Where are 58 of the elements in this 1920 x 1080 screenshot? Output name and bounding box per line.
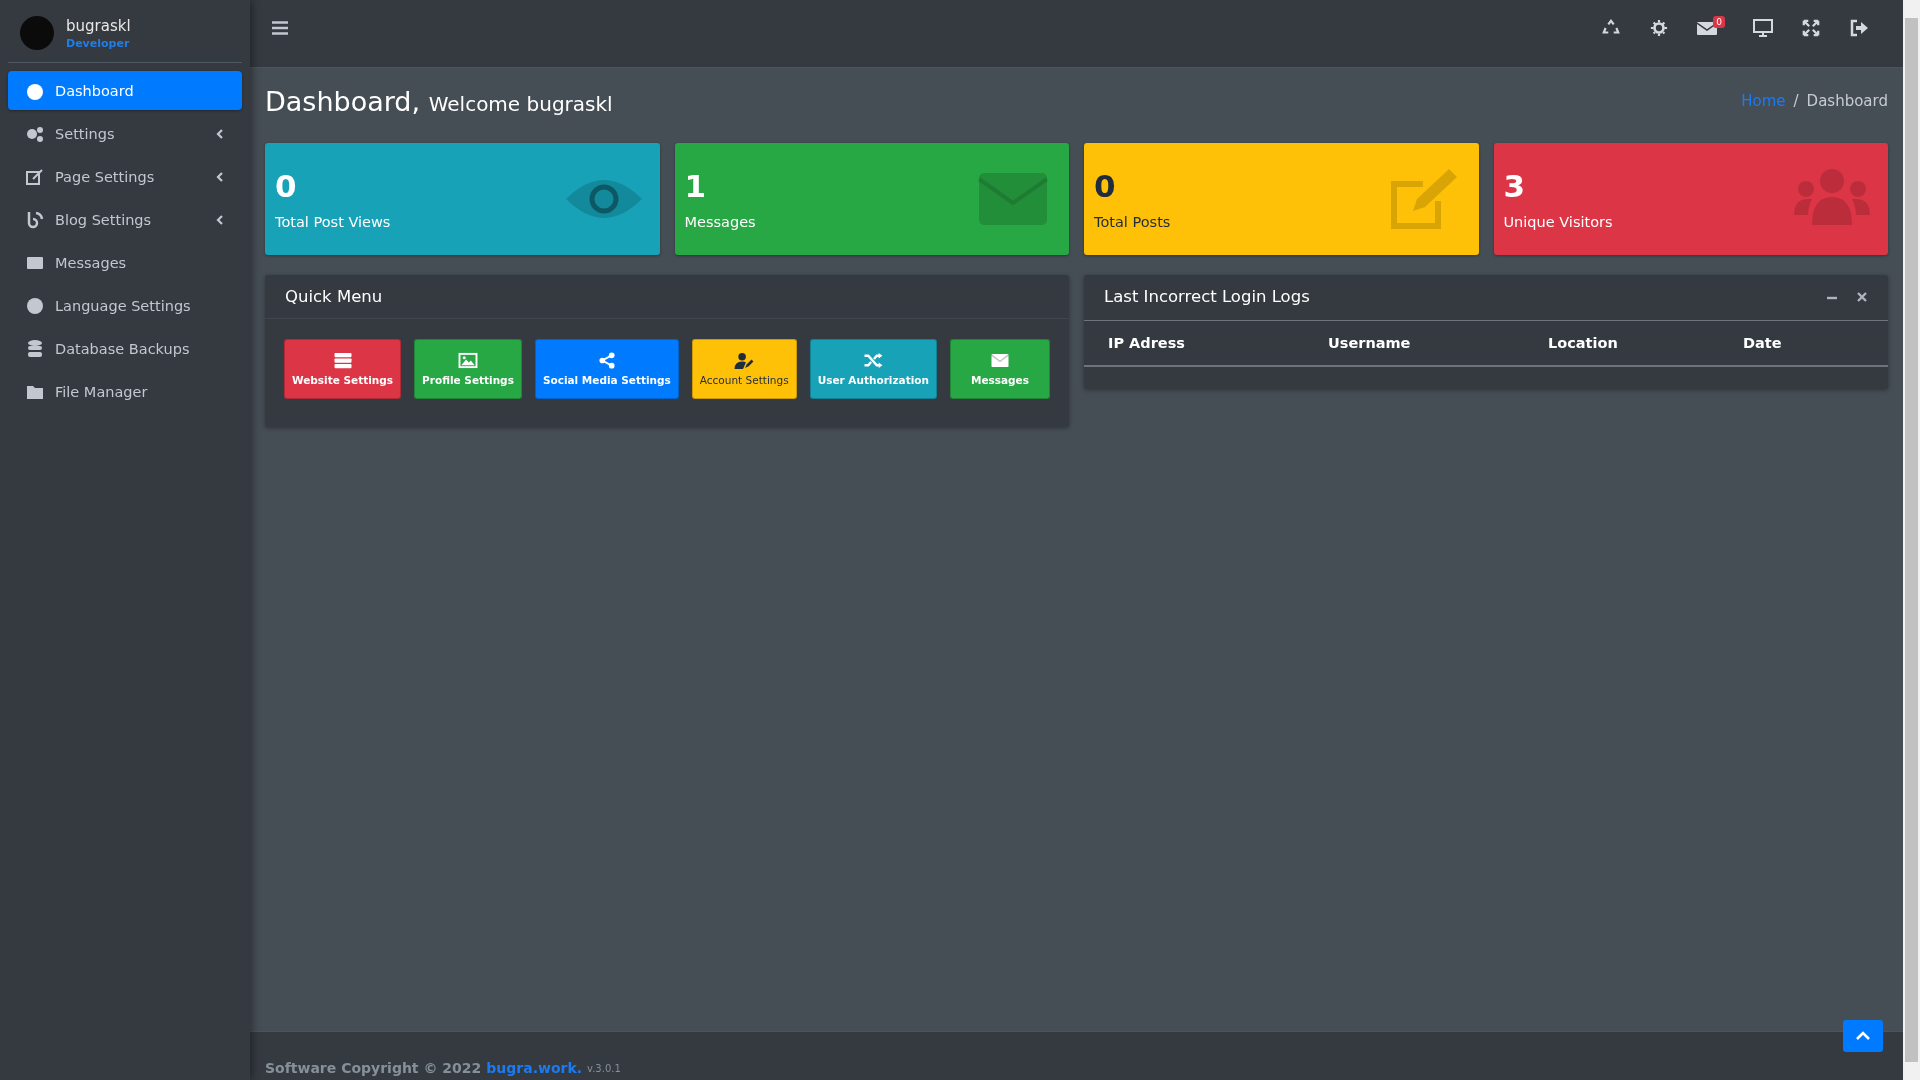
- chevron-up-icon: [1856, 1031, 1870, 1041]
- stat-label: Total Post Views: [275, 214, 392, 230]
- page-title: Dashboard,: [265, 85, 421, 117]
- sidebar-item[interactable]: Page Settings: [8, 157, 242, 196]
- chevron-icon: [215, 214, 225, 225]
- stat-value: 0: [275, 168, 298, 204]
- chevron-icon: [215, 128, 225, 139]
- quick-menu-button[interactable]: Social Media Settings: [534, 339, 679, 399]
- quick-menu-icon: [989, 352, 1010, 369]
- stat-label: Messages: [684, 214, 757, 230]
- scroll-to-top-button[interactable]: [1843, 1020, 1883, 1052]
- welcome-text: Welcome bugraskl: [428, 91, 613, 116]
- avatar: [20, 16, 54, 50]
- sidebar-item[interactable]: Blog Settings: [8, 200, 242, 239]
- column-header: IP Adress: [1108, 335, 1186, 351]
- card-title: Quick Menu: [285, 287, 383, 306]
- quick-menu-icon: [734, 352, 755, 369]
- column-header: Username: [1328, 335, 1412, 351]
- stat-value: 3: [1503, 168, 1527, 204]
- stat-value: 1: [684, 168, 708, 204]
- close-icon[interactable]: [1856, 290, 1868, 303]
- quick-menu-button[interactable]: Account Settings: [691, 339, 797, 399]
- menu-item-icon: [25, 295, 45, 316]
- version-text: v.3.0.1: [587, 1063, 621, 1074]
- sidebar-item[interactable]: Language Settings: [8, 286, 242, 325]
- card-title: Last Incorrect Login Logs: [1104, 287, 1310, 306]
- breadcrumb-separator: /: [1793, 92, 1799, 110]
- quick-menu-icon: [863, 352, 884, 369]
- menu-item-icon: [25, 338, 45, 359]
- menu-item-icon: [25, 166, 45, 187]
- copyright-text: Software Copyright © 2022: [265, 1060, 482, 1076]
- column-header: Date: [1743, 335, 1783, 351]
- quick-menu-icon: [596, 352, 617, 369]
- fullscreen-icon[interactable]: [1801, 18, 1821, 37]
- recycle-icon[interactable]: [1601, 18, 1622, 37]
- gear-icon[interactable]: [1649, 18, 1670, 37]
- menu-item-icon: [25, 209, 45, 230]
- unread-count-badge: 0: [1713, 15, 1725, 28]
- sidebar-item[interactable]: Messages: [8, 243, 242, 282]
- stat-label: Unique Visitors: [1503, 214, 1614, 230]
- column-header: Location: [1548, 335, 1619, 351]
- quick-menu-button[interactable]: Website Settings: [284, 339, 402, 399]
- scrollbar[interactable]: [1903, 0, 1920, 1080]
- logout-icon[interactable]: [1849, 18, 1869, 37]
- user-name: bugraskl: [66, 16, 131, 35]
- sidebar-item[interactable]: Database Backups: [8, 329, 242, 368]
- chevron-icon: [215, 171, 225, 182]
- stat-value: 0: [1094, 168, 1117, 204]
- menu-icon[interactable]: [272, 20, 288, 35]
- monitor-icon[interactable]: [1753, 18, 1773, 37]
- quick-menu-icon: [332, 352, 353, 369]
- user-role: Developer: [66, 36, 131, 50]
- quick-menu-icon: [458, 352, 478, 369]
- sidebar-item[interactable]: File Manager: [8, 372, 242, 411]
- breadcrumb-current: Dashboard: [1806, 92, 1888, 110]
- stat-label: Total Posts: [1094, 214, 1172, 230]
- sidebar-item[interactable]: Settings: [8, 114, 242, 153]
- sidebar-item[interactable]: Dashboard: [8, 71, 242, 110]
